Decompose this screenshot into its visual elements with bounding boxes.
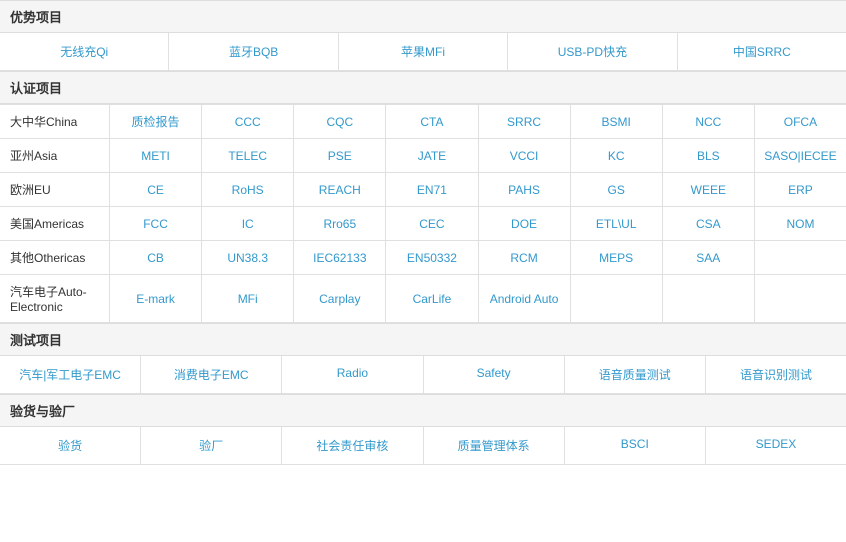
- advantage-cell-1[interactable]: 蓝牙BQB: [169, 33, 338, 70]
- cert-row-label-3: 美国Americas: [0, 207, 110, 240]
- cert-cell-5-4: [571, 275, 663, 322]
- cert-cell-5-0[interactable]: MFi: [202, 275, 294, 322]
- cert-cell-4-3[interactable]: RCM: [479, 241, 571, 274]
- test-row: 汽车|军工电子EMC 消费电子EMC Radio Safety 语音质量测试 语…: [0, 356, 846, 394]
- cert-cell-4-0[interactable]: UN38.3: [202, 241, 294, 274]
- cert-cell-5-2[interactable]: CarLife: [386, 275, 478, 322]
- advantage-cell-0[interactable]: 无线充Qi: [0, 33, 169, 70]
- cert-section: 认证项目 大中华China 质检报告 CCC CQC CTA SRRC BSMI…: [0, 71, 846, 323]
- cert-row-4: 其他Othericas CB UN38.3 IEC62133 EN50332 R…: [0, 241, 846, 275]
- cert-cell-2-sub[interactable]: CE: [110, 173, 202, 206]
- cert-cell-0-sub[interactable]: 质检报告: [110, 105, 202, 138]
- advantage-section: 优势项目 无线充Qi 蓝牙BQB 苹果MFi USB-PD快充 中国SRRC: [0, 0, 846, 71]
- cert-cell-2-6[interactable]: ERP: [755, 173, 846, 206]
- test-section: 测试项目 汽车|军工电子EMC 消费电子EMC Radio Safety 语音质…: [0, 323, 846, 394]
- cert-cell-0-3[interactable]: SRRC: [479, 105, 571, 138]
- cert-cell-4-sub[interactable]: CB: [110, 241, 202, 274]
- cert-cell-3-1[interactable]: Rro65: [294, 207, 386, 240]
- cert-cell-0-1[interactable]: CQC: [294, 105, 386, 138]
- advantage-cell-4[interactable]: 中国SRRC: [678, 33, 846, 70]
- cert-row-5: 汽车电子Auto-Electronic E-mark MFi Carplay C…: [0, 275, 846, 323]
- cert-row-0: 大中华China 质检报告 CCC CQC CTA SRRC BSMI NCC …: [0, 105, 846, 139]
- verify-cell-5[interactable]: SEDEX: [706, 427, 846, 464]
- cert-title: 认证项目: [0, 71, 846, 104]
- cert-cell-2-5[interactable]: WEEE: [663, 173, 755, 206]
- cert-cell-2-2[interactable]: EN71: [386, 173, 478, 206]
- verify-cell-3[interactable]: 质量管理体系: [424, 427, 565, 464]
- cert-cell-0-6[interactable]: OFCA: [755, 105, 846, 138]
- test-title: 测试项目: [0, 323, 846, 356]
- verify-cell-0[interactable]: 验货: [0, 427, 141, 464]
- test-cell-1[interactable]: 消费电子EMC: [141, 356, 282, 393]
- cert-cell-3-sub[interactable]: FCC: [110, 207, 202, 240]
- cert-container: 大中华China 质检报告 CCC CQC CTA SRRC BSMI NCC …: [0, 104, 846, 323]
- cert-cell-1-4[interactable]: KC: [571, 139, 663, 172]
- advantage-cell-3[interactable]: USB-PD快充: [508, 33, 677, 70]
- cert-cell-0-5[interactable]: NCC: [663, 105, 755, 138]
- cert-row-label-1: 亚州Asia: [0, 139, 110, 172]
- cert-cell-4-5[interactable]: SAA: [663, 241, 755, 274]
- cert-row-label-5: 汽车电子Auto-Electronic: [0, 275, 110, 322]
- verify-section: 验货与验厂 验货 验厂 社会责任审核 质量管理体系 BSCI SEDEX: [0, 394, 846, 465]
- cert-cell-1-5[interactable]: BLS: [663, 139, 755, 172]
- cert-cell-5-sub[interactable]: E-mark: [110, 275, 202, 322]
- cert-cell-5-6: [755, 275, 846, 322]
- cert-cell-2-1[interactable]: REACH: [294, 173, 386, 206]
- test-cell-0[interactable]: 汽车|军工电子EMC: [0, 356, 141, 393]
- cert-row-label-2: 欧洲EU: [0, 173, 110, 206]
- advantage-title: 优势项目: [0, 0, 846, 33]
- test-cell-5[interactable]: 语音识别测试: [706, 356, 846, 393]
- cert-cell-3-0[interactable]: IC: [202, 207, 294, 240]
- cert-row-label-0: 大中华China: [0, 105, 110, 138]
- cert-cell-4-6: [755, 241, 846, 274]
- cert-cell-3-5[interactable]: CSA: [663, 207, 755, 240]
- cert-cell-1-1[interactable]: PSE: [294, 139, 386, 172]
- verify-title: 验货与验厂: [0, 394, 846, 427]
- cert-cell-1-2[interactable]: JATE: [386, 139, 478, 172]
- advantage-cell-2[interactable]: 苹果MFi: [339, 33, 508, 70]
- cert-row-2: 欧洲EU CE RoHS REACH EN71 PAHS GS WEEE ERP: [0, 173, 846, 207]
- cert-cell-1-6[interactable]: SASO|IECEE: [755, 139, 846, 172]
- cert-row-3: 美国Americas FCC IC Rro65 CEC DOE ETL\UL C…: [0, 207, 846, 241]
- cert-cell-1-0[interactable]: TELEC: [202, 139, 294, 172]
- cert-cell-1-3[interactable]: VCCI: [479, 139, 571, 172]
- cert-cell-5-5: [663, 275, 755, 322]
- verify-cell-2[interactable]: 社会责任审核: [282, 427, 423, 464]
- cert-row-1: 亚州Asia METI TELEC PSE JATE VCCI KC BLS S…: [0, 139, 846, 173]
- cert-cell-3-2[interactable]: CEC: [386, 207, 478, 240]
- cert-cell-3-6[interactable]: NOM: [755, 207, 846, 240]
- verify-cell-1[interactable]: 验厂: [141, 427, 282, 464]
- test-cell-3[interactable]: Safety: [424, 356, 565, 393]
- cert-row-label-4: 其他Othericas: [0, 241, 110, 274]
- cert-cell-0-0[interactable]: CCC: [202, 105, 294, 138]
- test-cell-2[interactable]: Radio: [282, 356, 423, 393]
- cert-cell-5-3[interactable]: Android Auto: [479, 275, 571, 322]
- cert-cell-4-4[interactable]: MEPS: [571, 241, 663, 274]
- cert-cell-2-4[interactable]: GS: [571, 173, 663, 206]
- cert-cell-1-sub[interactable]: METI: [110, 139, 202, 172]
- verify-row: 验货 验厂 社会责任审核 质量管理体系 BSCI SEDEX: [0, 427, 846, 465]
- cert-cell-4-2[interactable]: EN50332: [386, 241, 478, 274]
- cert-cell-3-3[interactable]: DOE: [479, 207, 571, 240]
- cert-cell-2-3[interactable]: PAHS: [479, 173, 571, 206]
- cert-cell-3-4[interactable]: ETL\UL: [571, 207, 663, 240]
- cert-cell-0-2[interactable]: CTA: [386, 105, 478, 138]
- cert-cell-4-1[interactable]: IEC62133: [294, 241, 386, 274]
- advantage-row: 无线充Qi 蓝牙BQB 苹果MFi USB-PD快充 中国SRRC: [0, 33, 846, 71]
- test-cell-4[interactable]: 语音质量测试: [565, 356, 706, 393]
- cert-cell-0-4[interactable]: BSMI: [571, 105, 663, 138]
- verify-cell-4[interactable]: BSCI: [565, 427, 706, 464]
- cert-cell-2-0[interactable]: RoHS: [202, 173, 294, 206]
- cert-cell-5-1[interactable]: Carplay: [294, 275, 386, 322]
